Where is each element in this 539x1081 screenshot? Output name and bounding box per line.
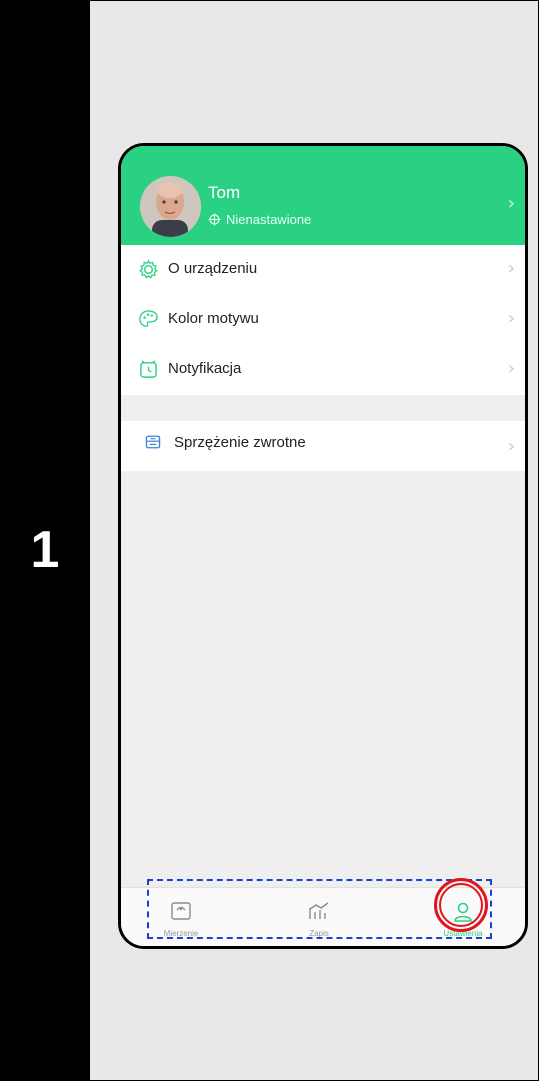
chevron-right-icon: › — [507, 193, 515, 214]
profile-header[interactable]: Tom Nienastawione › — [121, 146, 525, 245]
gear-icon — [139, 259, 158, 279]
menu-item-feedback[interactable]: Sprzężenie zwrotne › — [121, 421, 525, 471]
menu-item-theme-color[interactable]: Kolor motywu › — [121, 295, 525, 345]
palette-icon — [139, 310, 158, 327]
chevron-right-icon: › — [507, 436, 515, 457]
settings-group-1: O urządzeniu › Kolor motywu › Notyfikacj… — [121, 245, 525, 395]
alarm-clock-icon — [140, 360, 157, 378]
menu-item-about-device[interactable]: O urządzeniu › — [121, 245, 525, 295]
feedback-icon — [145, 435, 161, 449]
status-text: Nienastawione — [226, 212, 312, 227]
avatar[interactable] — [140, 176, 201, 237]
step-sidebar: 1 — [0, 0, 90, 1081]
menu-item-label: Notyfikacja — [168, 360, 242, 377]
settings-group-2: Sprzężenie zwrotne › — [121, 421, 525, 471]
menu-item-label: O urządzeniu — [168, 260, 258, 277]
chevron-right-icon: › — [507, 358, 515, 379]
chevron-right-icon: › — [507, 308, 515, 329]
annotation-highlight-ring-inner — [439, 883, 483, 927]
crosshair-icon — [208, 213, 221, 226]
avatar-photo — [140, 176, 201, 237]
user-name: Tom — [208, 183, 241, 202]
menu-item-notifications[interactable]: Notyfikacja › — [121, 345, 525, 395]
menu-item-label: Sprzężenie zwrotne — [174, 434, 306, 451]
chevron-right-icon: › — [507, 258, 515, 279]
step-number: 1 — [30, 521, 60, 579]
location-status: Nienastawione — [208, 212, 311, 227]
menu-item-label: Kolor motywu — [168, 310, 259, 327]
phone-screen: Tom Nienastawione › O urządzeniu › Kolor… — [118, 143, 528, 949]
